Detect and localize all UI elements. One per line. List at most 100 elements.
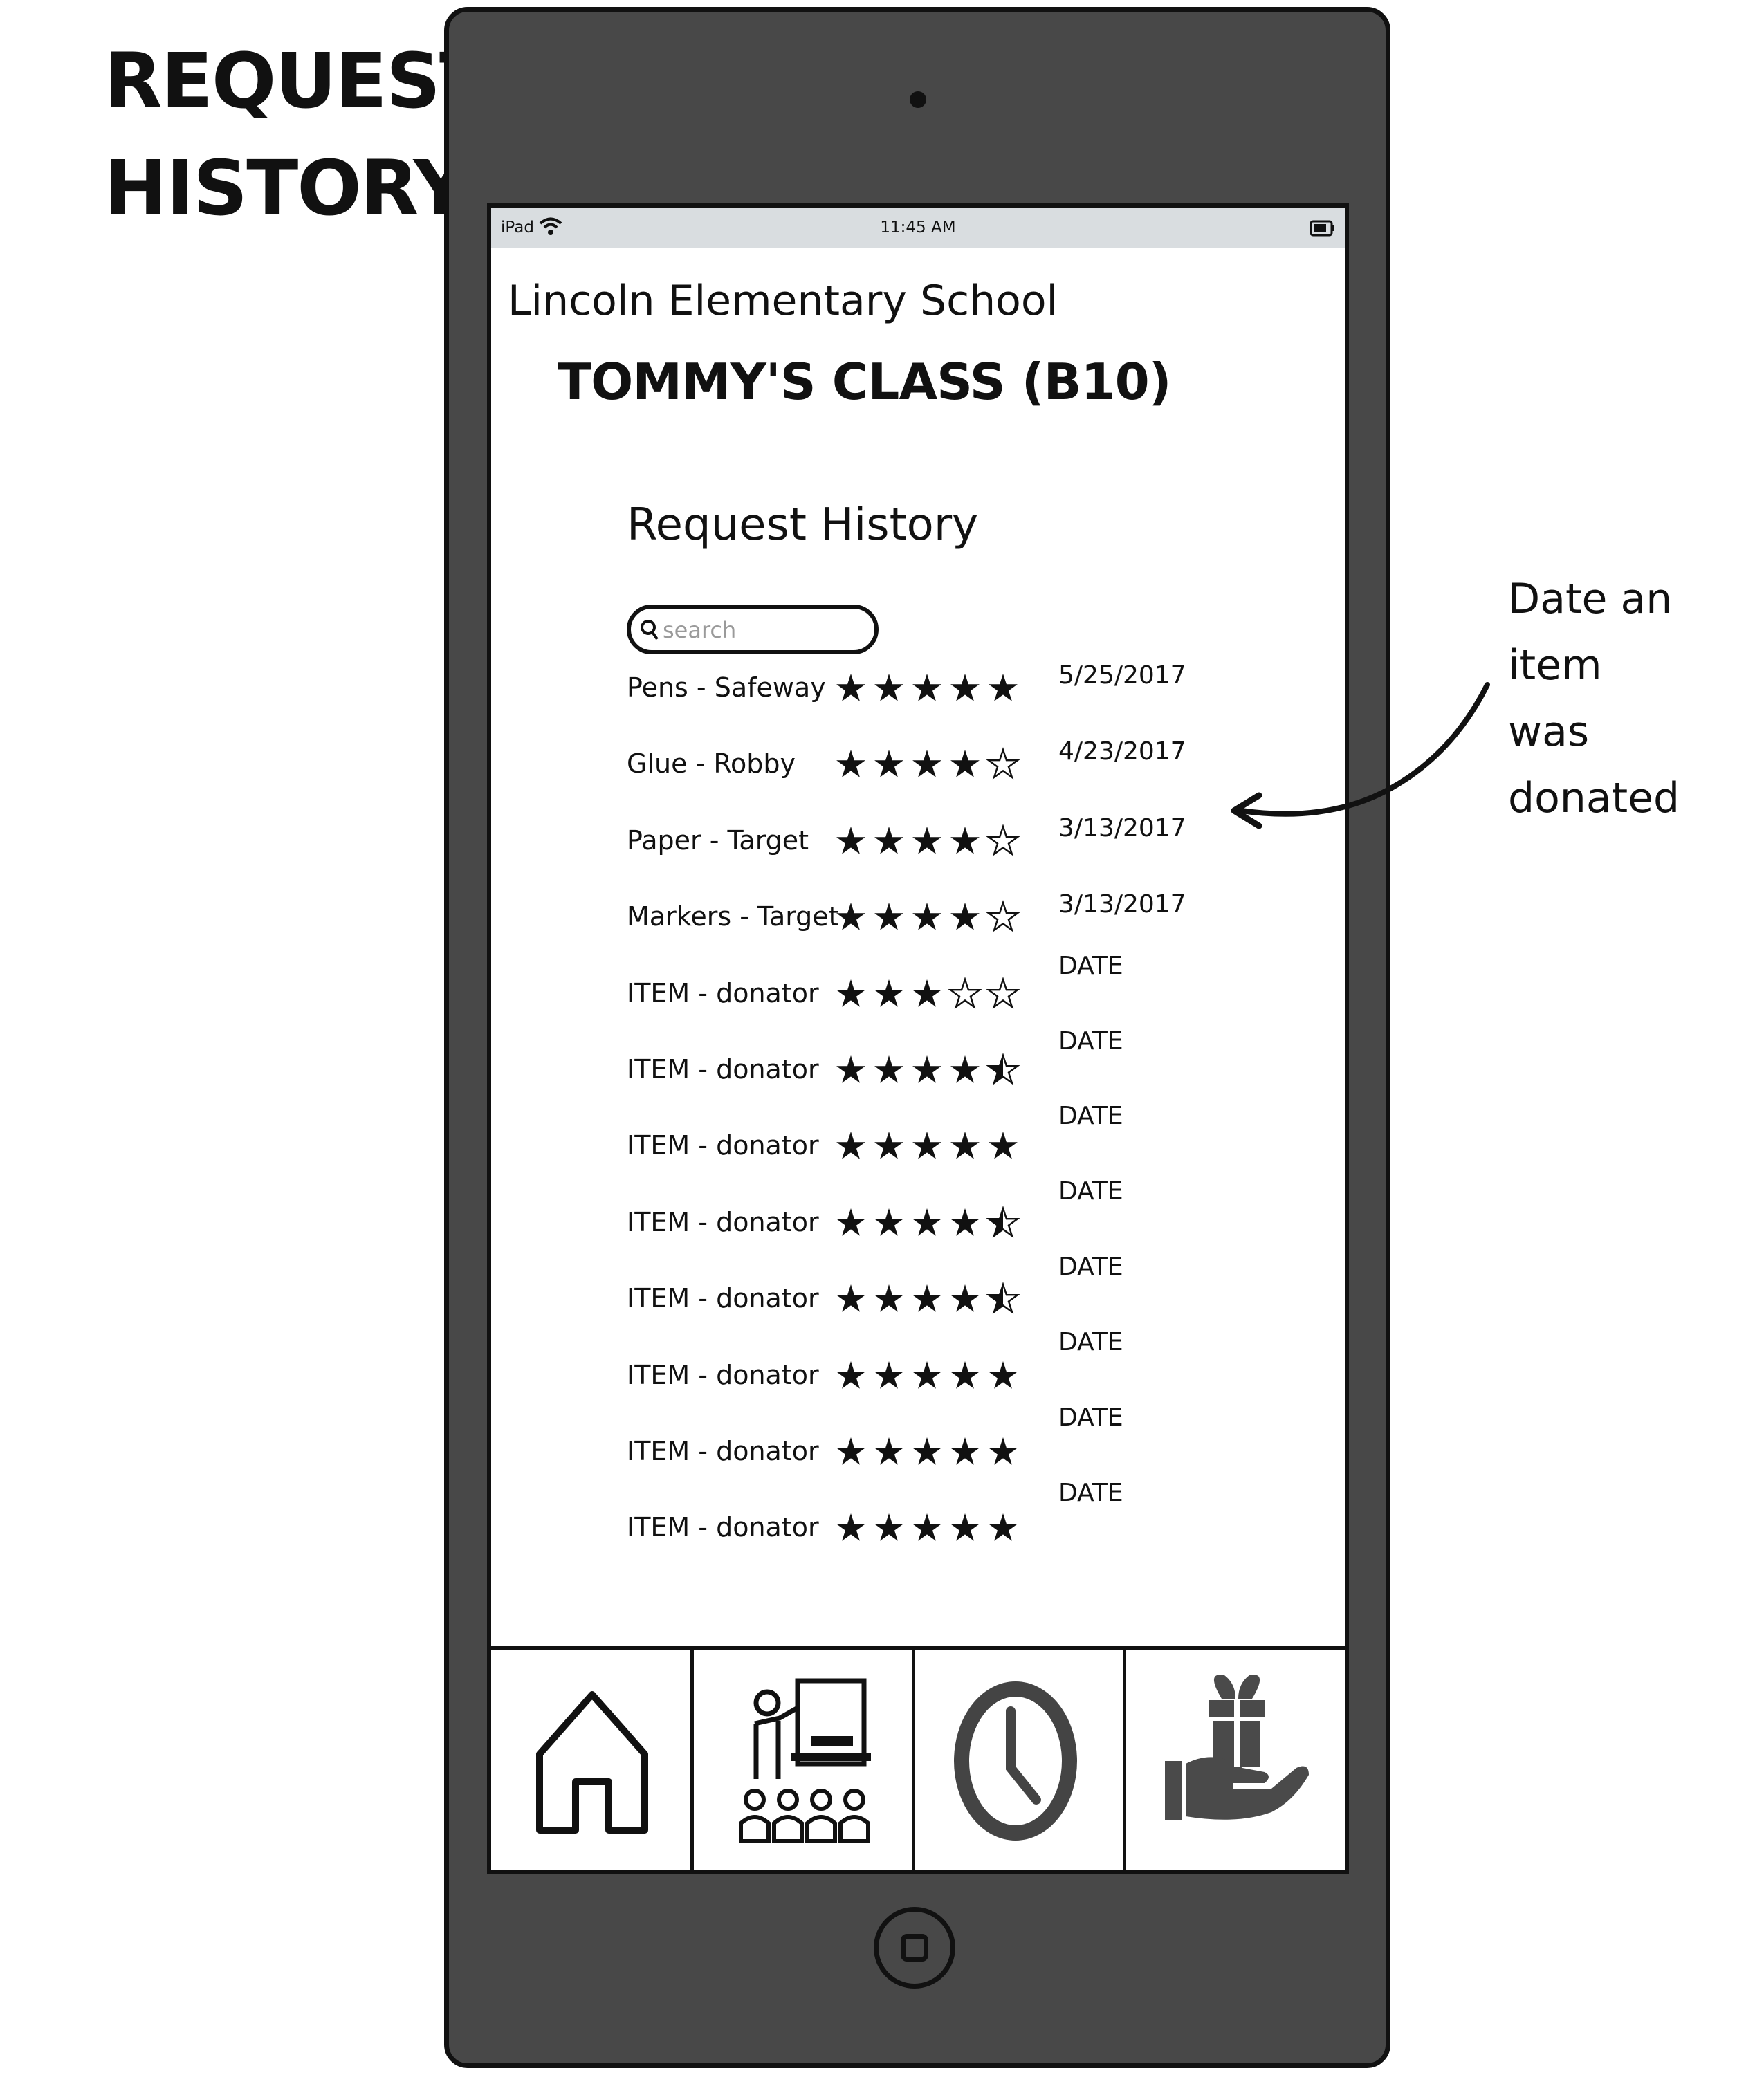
annotation-line2: was donated: [1508, 708, 1680, 822]
star-full-icon: [836, 1513, 865, 1542]
request-row[interactable]: Pens - Safeway 5/25/2017: [627, 661, 1186, 721]
request-item-label: Glue - Robby: [627, 748, 796, 780]
rating-stars: [836, 747, 1020, 780]
tab-donate[interactable]: [1126, 1650, 1345, 1870]
star-half-icon: [986, 1053, 1020, 1085]
star-half-icon: [986, 1282, 1020, 1315]
star-full-icon: [874, 903, 903, 930]
star-full-icon: [950, 1132, 980, 1160]
star-full-icon: [989, 1513, 1018, 1542]
star-full-icon: [836, 750, 865, 778]
request-row[interactable]: ITEM - donator DATE: [627, 1328, 1180, 1408]
request-item-label: ITEM - donator: [627, 1359, 819, 1390]
star-full-icon: [912, 1055, 941, 1083]
star-full-icon: [950, 674, 980, 701]
request-date: 5/25/2017: [1058, 661, 1186, 690]
rating-stars: [836, 976, 1020, 1009]
star-full-icon: [912, 1513, 941, 1542]
request-row[interactable]: ITEM - donator DATE: [627, 1102, 1180, 1179]
rating-stars: [836, 1437, 1018, 1465]
star-full-icon: [950, 1284, 980, 1312]
star-full-icon: [912, 979, 941, 1007]
star-full-icon: [874, 750, 903, 778]
star-full-icon: [836, 1055, 865, 1083]
request-row[interactable]: Paper - Target 3/13/2017: [627, 814, 1186, 874]
star-full-icon: [874, 1361, 903, 1389]
tab-history[interactable]: [915, 1650, 1126, 1870]
star-full-icon: [874, 826, 903, 854]
request-date: DATE: [1058, 1403, 1123, 1432]
request-item-label: Paper - Target: [627, 824, 809, 856]
star-full-icon: [836, 1208, 865, 1236]
request-row[interactable]: ITEM - donator DATE: [627, 1403, 1180, 1484]
request-item-label: ITEM - donator: [627, 1206, 819, 1237]
annotation-line1: Date an item: [1508, 575, 1673, 690]
page-title: REQUEST HISTORY: [104, 28, 491, 242]
star-full-icon: [912, 1284, 941, 1312]
rating-stars: [836, 1205, 1020, 1238]
request-date: DATE: [1058, 951, 1123, 980]
star-full-icon: [912, 674, 941, 701]
star-full-icon: [836, 674, 865, 701]
request-row[interactable]: Markers - Target 3/13/2017: [627, 890, 1186, 950]
star-full-icon: [874, 979, 903, 1007]
tab-bar: [491, 1646, 1345, 1870]
star-full-icon: [912, 1361, 941, 1389]
request-date: 4/23/2017: [1058, 737, 1186, 766]
star-half-icon: [986, 1205, 1020, 1238]
star-full-icon: [874, 1437, 903, 1465]
star-full-icon: [836, 1132, 865, 1160]
tab-class[interactable]: [694, 1650, 915, 1870]
request-item-label: Pens - Safeway: [627, 672, 826, 703]
request-item-label: ITEM - donator: [627, 1130, 819, 1161]
star-full-icon: [989, 1132, 1018, 1160]
rating-stars: [836, 674, 1018, 701]
request-date: 3/13/2017: [1058, 890, 1186, 919]
star-empty-icon: [986, 976, 1020, 1009]
star-empty-icon: [986, 823, 1020, 856]
star-full-icon: [836, 826, 865, 854]
request-row[interactable]: ITEM - donator DATE: [627, 1027, 1180, 1103]
home-icon: [536, 1691, 648, 1834]
star-full-icon: [912, 1132, 941, 1160]
request-row[interactable]: ITEM - donator DATE: [627, 1479, 1180, 1560]
rating-stars: [836, 1361, 1018, 1389]
request-date: DATE: [1058, 1328, 1123, 1357]
request-row[interactable]: ITEM - donator DATE: [627, 952, 1180, 1026]
clock-icon: [954, 1681, 1077, 1841]
hardware-home-button[interactable]: [874, 1907, 955, 1989]
star-full-icon: [874, 1055, 903, 1083]
star-full-icon: [912, 826, 941, 854]
star-full-icon: [912, 750, 941, 778]
star-full-icon: [950, 750, 980, 778]
star-empty-icon: [986, 900, 1020, 933]
rating-stars: [836, 823, 1020, 856]
rating-stars: [836, 1282, 1020, 1315]
star-full-icon: [874, 1132, 903, 1160]
star-full-icon: [989, 1437, 1018, 1465]
page-title-line1: REQUEST: [104, 37, 491, 125]
star-full-icon: [950, 1437, 980, 1465]
star-empty-icon: [948, 976, 982, 1009]
star-full-icon: [912, 903, 941, 930]
annotation-arrow-icon: [1231, 682, 1490, 829]
star-full-icon: [950, 903, 980, 930]
request-row[interactable]: ITEM - donator DATE: [627, 1253, 1180, 1331]
request-row[interactable]: Glue - Robby 4/23/2017: [627, 737, 1186, 797]
star-full-icon: [836, 979, 865, 1007]
star-full-icon: [950, 1361, 980, 1389]
gift-hand-icon: [1165, 1675, 1309, 1820]
star-full-icon: [950, 1208, 980, 1236]
star-full-icon: [950, 1513, 980, 1542]
home-button-square-icon: [901, 1934, 928, 1962]
tab-home[interactable]: [491, 1650, 694, 1870]
annotation-note: Date an item was donated: [1508, 566, 1764, 831]
request-date: DATE: [1058, 1026, 1123, 1055]
star-full-icon: [950, 1055, 980, 1083]
request-row[interactable]: ITEM - donator DATE: [627, 1177, 1180, 1255]
request-item-label: Markers - Target: [627, 901, 839, 932]
tablet-screen: iPad 11:45 AM Lincoln Elementary School …: [487, 203, 1349, 1874]
classroom-icon: [739, 1678, 871, 1843]
request-item-label: ITEM - donator: [627, 1283, 819, 1314]
star-full-icon: [912, 1208, 941, 1236]
